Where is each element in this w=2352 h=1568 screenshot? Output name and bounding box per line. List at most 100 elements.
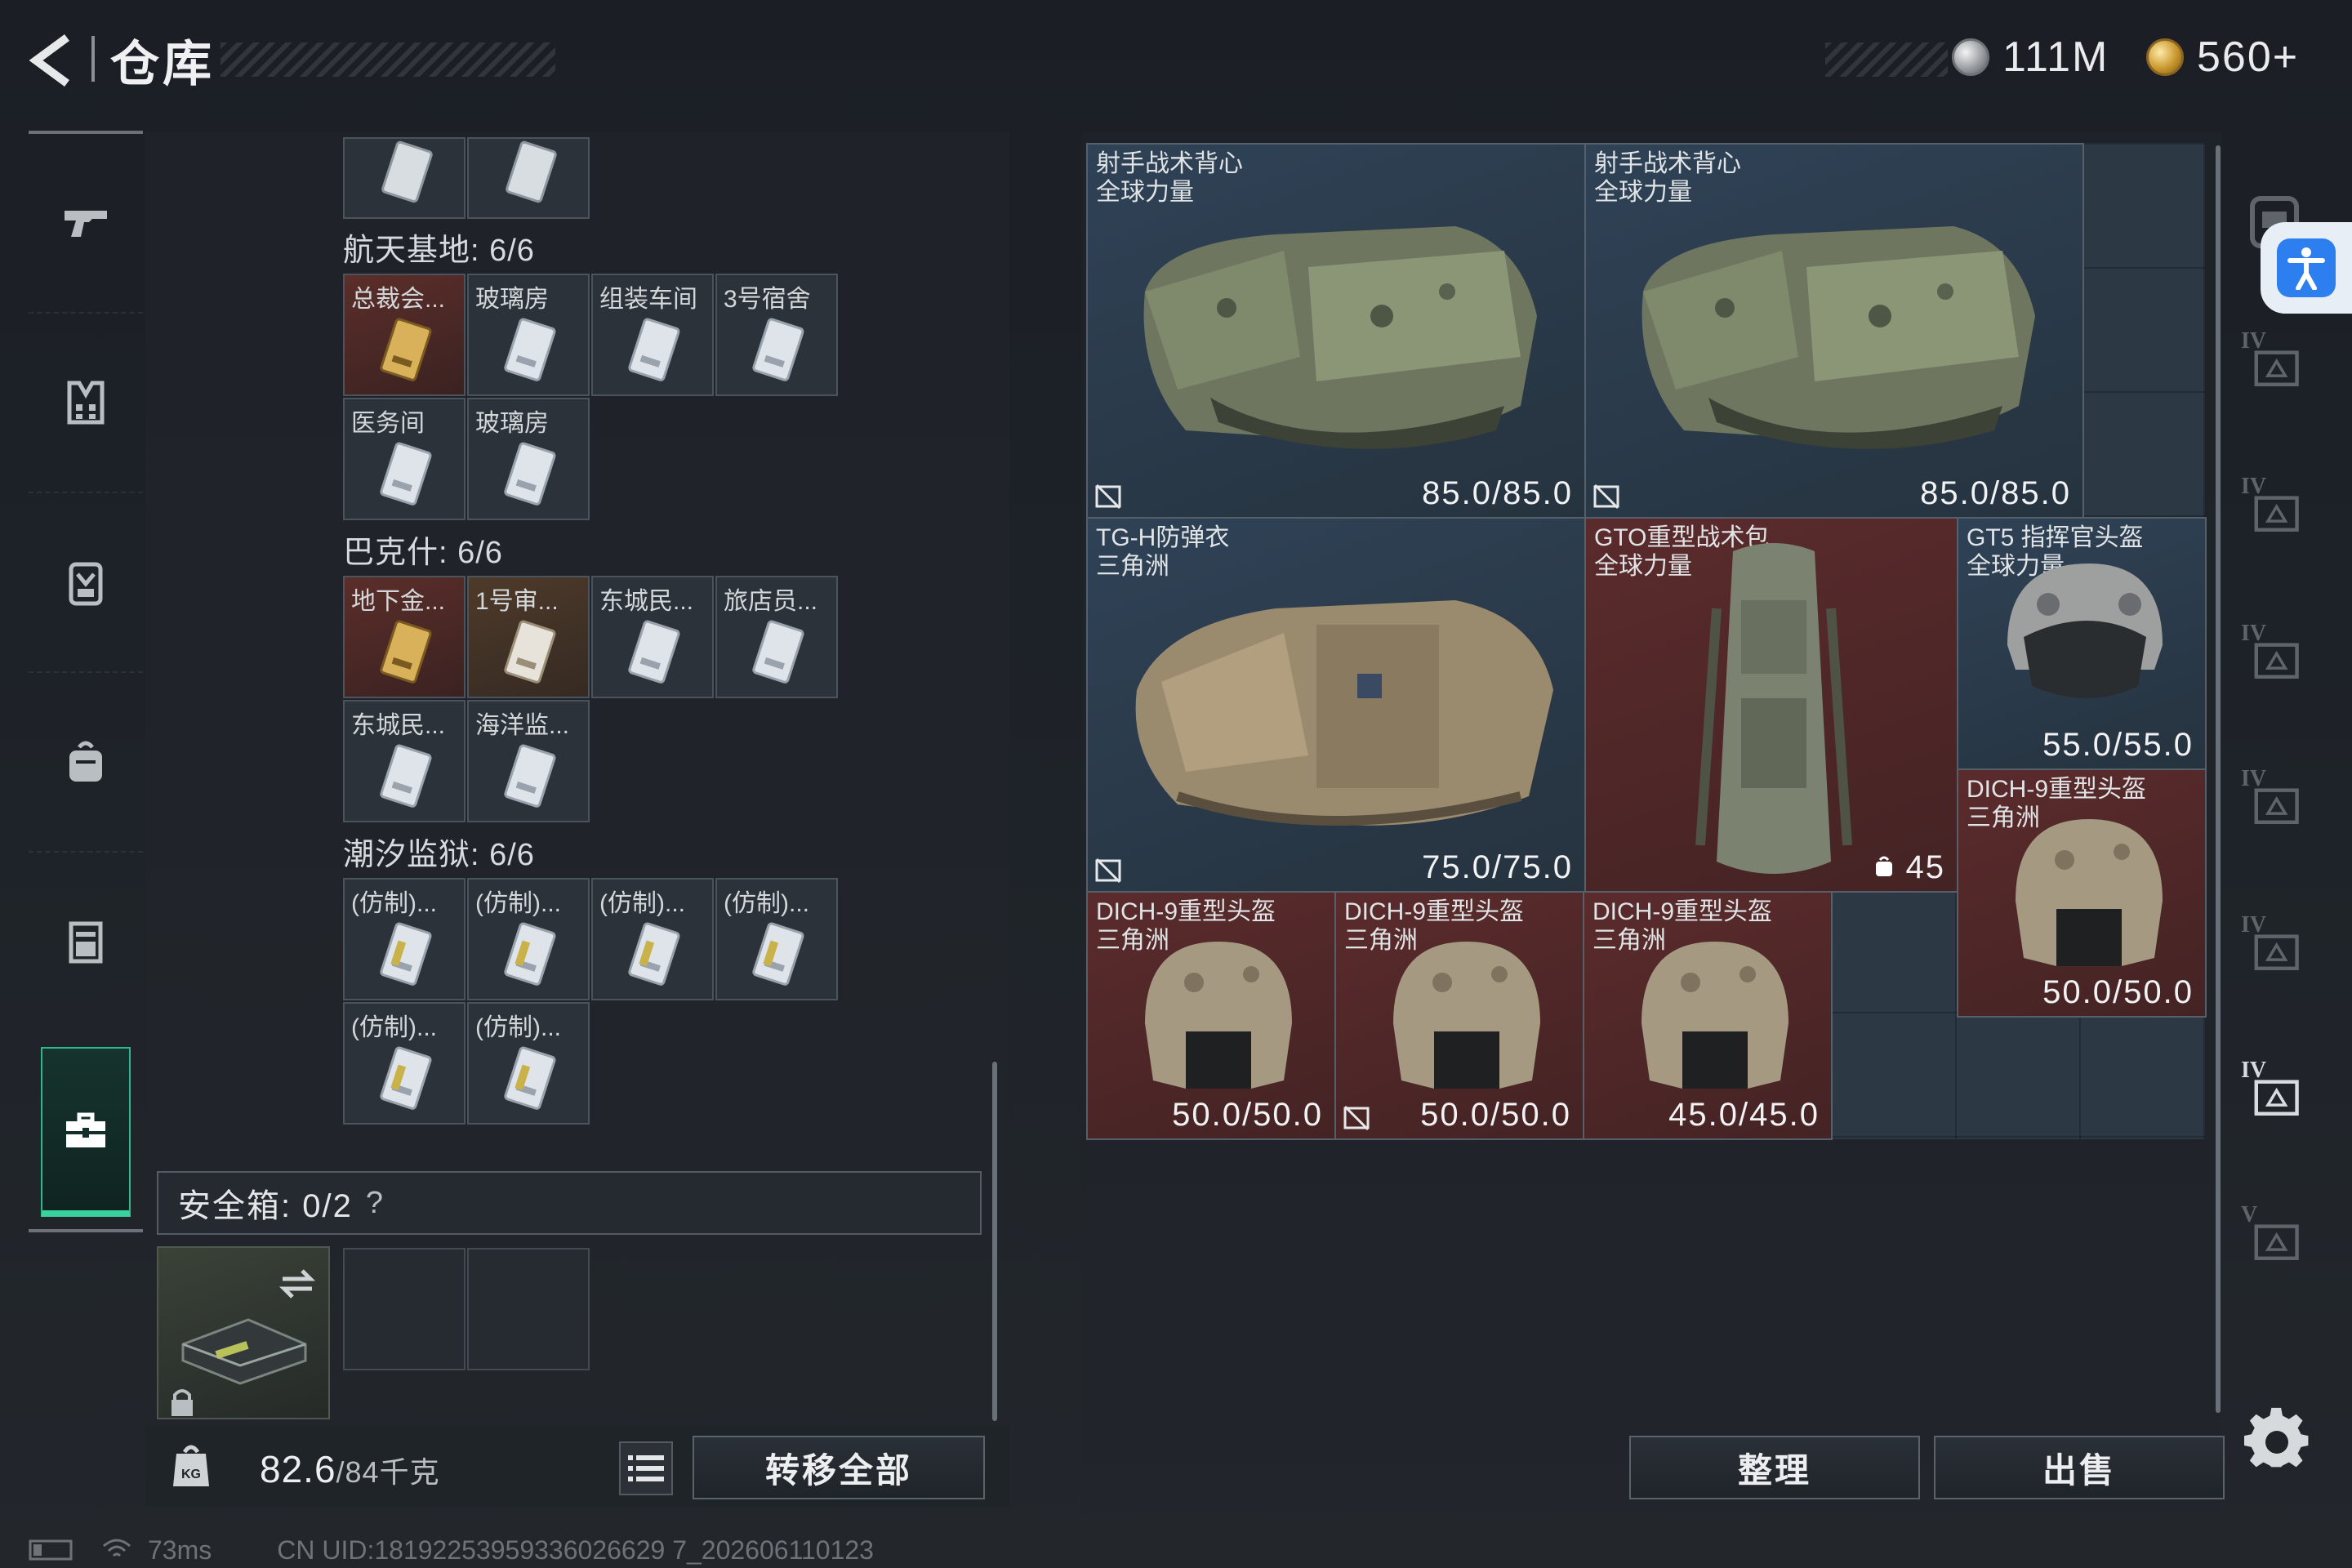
currency-silver-value: 111M bbox=[2002, 33, 2109, 81]
equipment-item-helmet-dich-4[interactable]: DICH-9重型头盔 三角洲 45.0/45.0 bbox=[1583, 891, 1833, 1140]
keycard-icon bbox=[504, 442, 556, 506]
tier-label: IV bbox=[2241, 474, 2267, 499]
title-divider bbox=[91, 36, 95, 82]
keycard-icon bbox=[504, 744, 556, 808]
currency-gold[interactable]: 560+ bbox=[2146, 31, 2299, 83]
keycard-icon bbox=[504, 620, 556, 684]
keycard-slot[interactable]: (仿制)... bbox=[591, 878, 714, 1000]
status-bar: 73ms CN UID:18192253959336026629 7_20260… bbox=[29, 1534, 874, 1566]
no-insure-icon bbox=[1343, 1105, 1370, 1131]
nav-safebox[interactable] bbox=[41, 1047, 131, 1217]
currency-stripes bbox=[1825, 42, 1948, 77]
rail-slot-6[interactable]: IV bbox=[2238, 1056, 2311, 1129]
keycard-label: 医务间 bbox=[351, 410, 425, 437]
transfer-all-button[interactable]: 转移全部 bbox=[693, 1436, 985, 1499]
rail-slot-3[interactable]: IV bbox=[2238, 619, 2311, 693]
item-durability: 50.0/50.0 bbox=[1172, 1097, 1323, 1133]
nav-bottom-line bbox=[29, 1229, 143, 1232]
keycard-slot[interactable]: 东城民... bbox=[343, 700, 466, 822]
keycard-slot[interactable]: (仿制)... bbox=[343, 1002, 466, 1125]
chest-rig-icon bbox=[69, 921, 103, 964]
keycard-slot[interactable]: 海洋监... bbox=[467, 700, 590, 822]
weight-max: /84千克 bbox=[336, 1455, 440, 1489]
keycard-label: 组装车间 bbox=[599, 286, 697, 313]
keycard-slot[interactable]: 东城民... bbox=[591, 576, 714, 698]
keycard-slot[interactable]: 地下金... bbox=[343, 576, 466, 698]
keycard-slot[interactable]: 玻璃房 bbox=[467, 398, 590, 520]
keycard-slot[interactable]: (仿制)... bbox=[467, 878, 590, 1000]
heavy-backpack-icon bbox=[1695, 543, 1852, 874]
rail-slot-7[interactable]: V bbox=[2238, 1200, 2311, 1274]
equipment-item-vest-1[interactable]: 射手战术背心 全球力量 85.0/85.0 bbox=[1086, 143, 1586, 519]
nav-rig[interactable] bbox=[29, 851, 143, 1031]
nav-backpack[interactable] bbox=[29, 492, 143, 671]
keycard-slot[interactable]: 医务间 bbox=[343, 398, 466, 520]
briefcase-icon bbox=[66, 1112, 105, 1147]
nav-weapons[interactable] bbox=[29, 132, 143, 312]
safebox-empty-slot[interactable] bbox=[467, 1248, 590, 1370]
equipment-item-vest-2[interactable]: 射手战术背心 全球力量 85.0/85.0 bbox=[1584, 143, 2084, 519]
safebox-help-button[interactable]: ? bbox=[366, 1186, 383, 1221]
keycard-icon bbox=[504, 922, 556, 986]
keycard-slot[interactable] bbox=[467, 137, 590, 219]
keycard-slot[interactable]: 总裁会... bbox=[343, 274, 466, 396]
nav-bag[interactable] bbox=[29, 671, 143, 851]
battery-icon bbox=[29, 1539, 73, 1561]
rail-slot-2[interactable]: IV bbox=[2238, 472, 2311, 546]
sell-button[interactable]: 出售 bbox=[1934, 1436, 2225, 1499]
keycard-icon bbox=[380, 744, 432, 808]
keycard-slot[interactable]: 组装车间 bbox=[591, 274, 714, 396]
category-nav bbox=[29, 132, 143, 1233]
rail-slot-4[interactable]: IV bbox=[2238, 764, 2311, 838]
equipment-item-helmet-dich-3[interactable]: DICH-9重型头盔 三角洲 50.0/50.0 bbox=[1334, 891, 1584, 1140]
item-durability: 50.0/50.0 bbox=[1420, 1097, 1571, 1133]
no-insure-icon bbox=[1095, 858, 1121, 884]
keycard-slot[interactable]: (仿制)... bbox=[715, 878, 838, 1000]
ping-value: 73ms bbox=[148, 1535, 212, 1565]
keycard-label: (仿制)... bbox=[351, 1014, 437, 1041]
equipment-scrollbar[interactable] bbox=[2216, 145, 2221, 1413]
keycard-icon bbox=[752, 620, 804, 684]
svg-text:KG: KG bbox=[181, 1468, 201, 1481]
keycard-slot[interactable]: 1号审... bbox=[467, 576, 590, 698]
stash-scrollbar[interactable] bbox=[992, 1062, 997, 1421]
settings-button[interactable] bbox=[2244, 1406, 2310, 1472]
safebox-container[interactable] bbox=[157, 1246, 330, 1419]
equipment-item-armor[interactable]: TG-H防弹衣 三角洲 75.0/75.0 bbox=[1086, 517, 1586, 893]
keycard-label: 海洋监... bbox=[475, 712, 570, 739]
keycard-icon bbox=[504, 318, 556, 381]
equipment-item-helmet-dich-1[interactable]: DICH-9重型头盔 三角洲 50.0/50.0 bbox=[1957, 768, 2207, 1018]
keycard-slot[interactable]: (仿制)... bbox=[343, 878, 466, 1000]
nav-armor[interactable] bbox=[29, 312, 143, 492]
keycard-icon bbox=[752, 318, 804, 381]
sort-button[interactable]: 整理 bbox=[1629, 1436, 1920, 1499]
keycard-slot[interactable]: 玻璃房 bbox=[467, 274, 590, 396]
keycard-slot[interactable]: (仿制)... bbox=[467, 1002, 590, 1125]
accessibility-button[interactable] bbox=[2261, 222, 2352, 314]
rail-slot-5[interactable]: IV bbox=[2238, 911, 2311, 984]
safebox-label: 安全箱: 0/2 bbox=[178, 1188, 353, 1224]
keycard-label: (仿制)... bbox=[351, 890, 437, 917]
keycard-icon bbox=[628, 318, 680, 381]
keycard-label: 玻璃房 bbox=[475, 410, 549, 437]
rail-slot-1[interactable]: IV bbox=[2238, 327, 2311, 400]
list-view-button[interactable] bbox=[619, 1441, 673, 1495]
item-capacity: 45 bbox=[1873, 849, 1945, 886]
equipment-item-backpack[interactable]: GTO重型战术包 全球力量 45 bbox=[1584, 517, 1958, 893]
keycard-slot[interactable]: 旅店员... bbox=[715, 576, 838, 698]
weight-readout: 82.6/84千克 bbox=[260, 1447, 440, 1491]
currency-gold-value: 560+ bbox=[2197, 33, 2300, 81]
equipment-item-helmet-gt5[interactable]: GT5 指挥官头盔 全球力量 55.0/55.0 bbox=[1957, 517, 2207, 770]
item-durability: 85.0/85.0 bbox=[1920, 475, 2071, 511]
keycard-slot[interactable] bbox=[343, 137, 466, 219]
keycard-label: (仿制)... bbox=[724, 890, 809, 917]
body-armor-icon bbox=[1135, 600, 1553, 826]
safebox-empty-slot[interactable] bbox=[343, 1248, 466, 1370]
swap-icon[interactable] bbox=[278, 1266, 317, 1302]
keycard-slot[interactable]: 3号宿舍 bbox=[715, 274, 838, 396]
weight-current: 82.6 bbox=[260, 1448, 336, 1490]
back-button[interactable] bbox=[24, 31, 82, 90]
item-durability: 50.0/50.0 bbox=[2042, 974, 2194, 1010]
equipment-item-helmet-dich-2[interactable]: DICH-9重型头盔 三角洲 50.0/50.0 bbox=[1086, 891, 1336, 1140]
tier-label: V bbox=[2241, 1202, 2258, 1227]
